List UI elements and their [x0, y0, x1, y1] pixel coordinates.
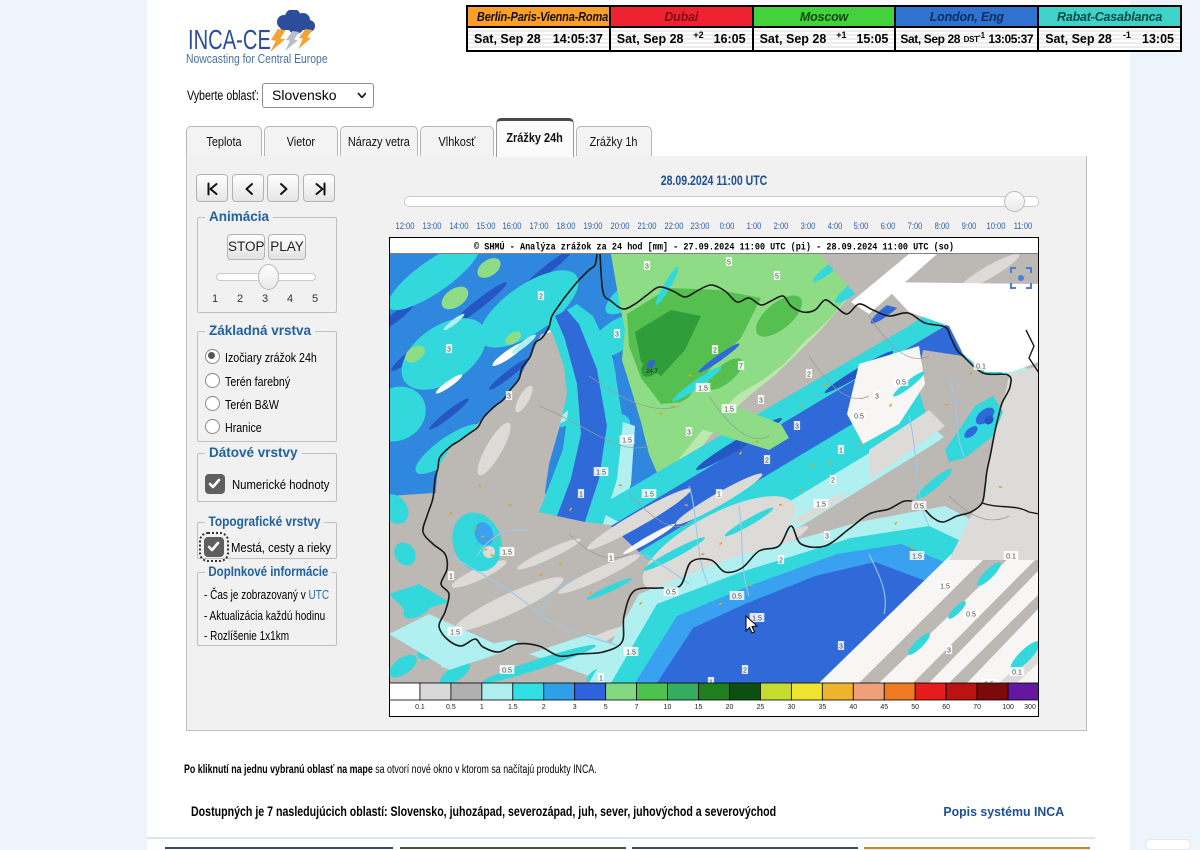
svg-text:1.5: 1.5: [752, 616, 762, 623]
svg-text:1.5: 1.5: [596, 470, 606, 477]
svg-text:1.5: 1.5: [502, 550, 512, 557]
svg-text:60: 60: [942, 704, 950, 711]
svg-text:2: 2: [743, 668, 747, 675]
svg-text:0.5: 0.5: [914, 504, 924, 511]
svg-text:15: 15: [695, 704, 703, 711]
svg-text:100: 100: [1002, 704, 1014, 711]
svg-text:0.1: 0.1: [415, 704, 425, 711]
svg-text:3: 3: [573, 704, 577, 711]
svg-text:3: 3: [447, 347, 451, 354]
svg-text:5: 5: [727, 260, 731, 267]
svg-text:25: 25: [757, 704, 765, 711]
svg-text:1.5: 1.5: [626, 650, 636, 657]
svg-text:7: 7: [739, 364, 743, 371]
svg-text:3: 3: [825, 534, 829, 541]
svg-text:2: 2: [539, 294, 543, 301]
svg-text:3: 3: [645, 264, 649, 271]
svg-text:5: 5: [775, 274, 779, 281]
svg-text:0.5: 0.5: [732, 594, 742, 601]
svg-text:1.5: 1.5: [508, 704, 518, 711]
svg-text:1.5: 1.5: [816, 502, 826, 509]
svg-text:2: 2: [765, 458, 769, 465]
svg-text:3: 3: [507, 394, 511, 401]
svg-text:© SHMÚ - Analýza zrážok za 24: © SHMÚ - Analýza zrážok za 24 hod [mm] -…: [474, 240, 954, 254]
svg-text:3: 3: [687, 430, 691, 437]
svg-text:1: 1: [717, 492, 721, 499]
svg-text:1: 1: [609, 556, 613, 563]
svg-text:7: 7: [635, 704, 639, 711]
svg-text:0.5: 0.5: [854, 414, 864, 421]
svg-text:1.5: 1.5: [724, 407, 734, 414]
svg-text:35: 35: [818, 704, 826, 711]
svg-text:1.5: 1.5: [940, 584, 950, 591]
svg-text:3: 3: [615, 332, 619, 339]
svg-text:70: 70: [973, 704, 981, 711]
svg-text:2: 2: [713, 348, 717, 355]
svg-text:0.1: 0.1: [1006, 554, 1016, 561]
svg-text:1.5: 1.5: [450, 630, 460, 637]
svg-text:3: 3: [759, 398, 763, 405]
svg-text:0.5: 0.5: [446, 704, 456, 711]
svg-text:0.5: 0.5: [966, 612, 976, 619]
svg-text:300: 300: [1024, 704, 1036, 711]
svg-text:0.1: 0.1: [976, 364, 986, 371]
svg-text:1: 1: [480, 704, 484, 711]
svg-text:3: 3: [839, 644, 843, 651]
svg-text:10: 10: [664, 704, 672, 711]
svg-text:1: 1: [579, 492, 583, 499]
svg-text:24.7: 24.7: [646, 369, 658, 375]
svg-text:1: 1: [599, 676, 603, 683]
svg-text:2: 2: [831, 478, 835, 485]
svg-text:0.5: 0.5: [896, 380, 906, 387]
svg-text:5: 5: [604, 704, 608, 711]
svg-text:50: 50: [911, 704, 919, 711]
svg-text:20: 20: [726, 704, 734, 711]
svg-text:2: 2: [779, 558, 783, 565]
svg-text:2: 2: [542, 704, 546, 711]
svg-text:1.5: 1.5: [622, 438, 632, 445]
svg-text:1.5: 1.5: [644, 492, 654, 499]
svg-text:1.5: 1.5: [698, 386, 708, 393]
svg-text:1: 1: [839, 448, 843, 455]
svg-text:0.5: 0.5: [666, 590, 676, 597]
svg-text:40: 40: [849, 704, 857, 711]
svg-text:3: 3: [875, 394, 879, 401]
svg-text:1: 1: [449, 574, 453, 581]
svg-text:45: 45: [880, 704, 888, 711]
svg-text:30: 30: [787, 704, 795, 711]
svg-text:3: 3: [947, 648, 951, 655]
svg-text:3: 3: [795, 424, 799, 431]
svg-text:0.5: 0.5: [502, 668, 512, 675]
svg-text:1.5: 1.5: [912, 554, 922, 561]
svg-text:2: 2: [807, 372, 811, 379]
svg-text:0.1: 0.1: [1012, 670, 1022, 677]
